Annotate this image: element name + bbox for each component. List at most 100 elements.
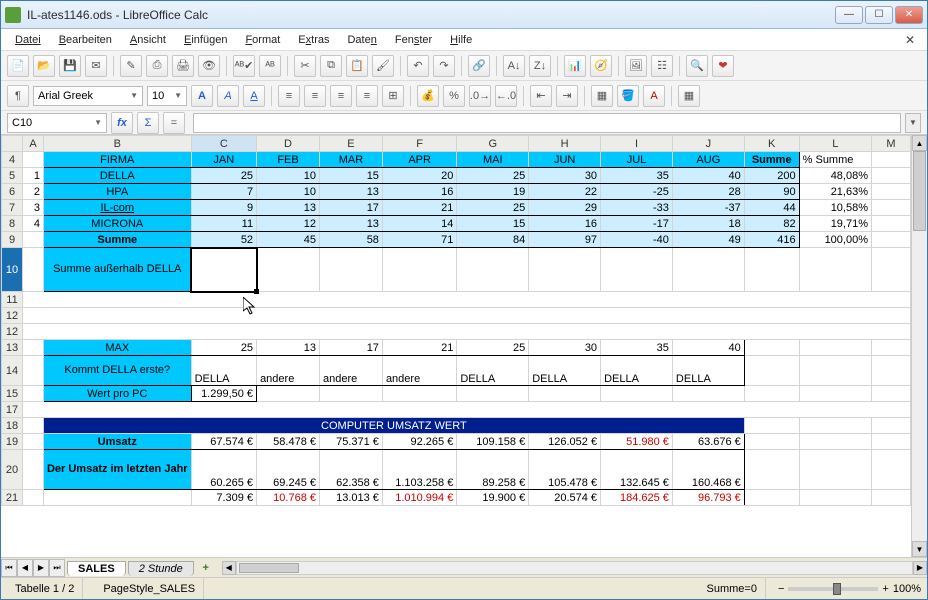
cell-B10[interactable]: Summe außerhalb DELLA: [44, 248, 191, 291]
cell-H6[interactable]: 22: [529, 184, 600, 199]
cell-C4[interactable]: JAN: [192, 152, 256, 167]
menu-einfuegen[interactable]: Einfügen: [176, 32, 235, 48]
email-button[interactable]: ✉: [85, 55, 107, 77]
cell-I14[interactable]: 35: [601, 340, 672, 355]
row-header-8[interactable]: 8: [2, 216, 23, 232]
cell-G22[interactable]: 19.900 €: [457, 490, 528, 505]
cell-D7[interactable]: 13: [257, 200, 319, 215]
cell-H20[interactable]: 126.052 €: [529, 434, 600, 449]
link-button[interactable]: 🔗: [468, 55, 490, 77]
cell-E20[interactable]: 75.371 €: [320, 434, 382, 449]
row-header-21[interactable]: 20: [2, 450, 23, 490]
cell-D21[interactable]: 69.245 €: [257, 450, 319, 489]
cell-I7[interactable]: -33: [601, 200, 672, 215]
formula-input[interactable]: [193, 113, 901, 133]
cell-A5[interactable]: 1: [23, 168, 43, 183]
menu-fenster[interactable]: Fenster: [387, 32, 440, 48]
spreadsheet-grid[interactable]: A B C D E F G H I J K L M 4 FIRMA JAN FE…: [1, 135, 911, 506]
currency-button[interactable]: 💰: [417, 85, 439, 107]
tab-next-button[interactable]: ▶: [33, 559, 49, 577]
cell-K6[interactable]: 90: [745, 184, 799, 199]
vertical-scrollbar[interactable]: ▲ ▼: [911, 135, 927, 557]
cell-J21[interactable]: 160.468 €: [673, 450, 744, 489]
cell-I21[interactable]: 132.645 €: [601, 450, 672, 489]
cell-A7[interactable]: 3: [23, 200, 43, 215]
menu-bearbeiten[interactable]: Bearbeiten: [51, 32, 120, 48]
col-header-F[interactable]: F: [382, 136, 456, 152]
save-button[interactable]: 💾: [59, 55, 81, 77]
cell-F5[interactable]: 20: [383, 168, 456, 183]
cell-D6[interactable]: 10: [257, 184, 319, 199]
cell-F22[interactable]: 1.010.994 €: [383, 490, 456, 505]
cell-K4[interactable]: Summe: [745, 152, 799, 167]
navigator-button[interactable]: 🧭: [590, 55, 612, 77]
menu-extras[interactable]: Extras: [290, 32, 337, 48]
close-document-button[interactable]: ✕: [899, 33, 921, 47]
row-header-19[interactable]: 18: [2, 418, 23, 434]
col-header-I[interactable]: I: [601, 136, 673, 152]
cell-I8[interactable]: -17: [601, 216, 672, 231]
cell-H7[interactable]: 29: [529, 200, 600, 215]
zoom-out-button[interactable]: −: [778, 583, 784, 595]
cell-D15[interactable]: andere: [257, 356, 319, 385]
cell-F20[interactable]: 92.265 €: [383, 434, 456, 449]
styles-button[interactable]: ¶: [7, 85, 29, 107]
align-center-button[interactable]: ≡: [304, 85, 326, 107]
cell-E14[interactable]: 17: [320, 340, 382, 355]
menu-ansicht[interactable]: Ansicht: [122, 32, 174, 48]
cell-B15[interactable]: Kommt DELLA erste?: [44, 356, 191, 385]
cell-C21[interactable]: 60.265 €: [192, 450, 256, 489]
align-justify-button[interactable]: ≡: [356, 85, 378, 107]
bgcolor-button[interactable]: 🪣: [617, 85, 639, 107]
cell-H22[interactable]: 20.574 €: [529, 490, 600, 505]
gallery-button[interactable]: 🖼: [625, 55, 647, 77]
cell-J15[interactable]: DELLA: [673, 356, 744, 385]
cell-H15[interactable]: DELLA: [529, 356, 600, 385]
row-header-20[interactable]: 19: [2, 434, 23, 450]
menu-format[interactable]: Format: [237, 32, 288, 48]
cell-K9[interactable]: 416: [745, 232, 799, 247]
cell-F14[interactable]: 21: [383, 340, 456, 355]
cell-C5[interactable]: 25: [192, 168, 256, 183]
zoom-in-button[interactable]: +: [882, 583, 888, 595]
cell-B19[interactable]: COMPUTER UMSATZ WERT: [44, 418, 744, 433]
pdf-button[interactable]: ⎙: [146, 55, 168, 77]
scroll-up-button[interactable]: ▲: [912, 135, 927, 151]
zoom-slider[interactable]: [788, 587, 878, 591]
row-header-13[interactable]: 12: [2, 324, 23, 340]
undo-button[interactable]: ↶: [407, 55, 429, 77]
cell-J4[interactable]: AUG: [673, 152, 744, 167]
cell-C22[interactable]: 7.309 €: [192, 490, 256, 505]
row-header-18[interactable]: 17: [2, 402, 23, 418]
cell-E21[interactable]: 62.358 €: [320, 450, 382, 489]
cell-D5[interactable]: 10: [257, 168, 319, 183]
cell-K5[interactable]: 200: [745, 168, 799, 183]
row-header-9[interactable]: 9: [2, 232, 23, 248]
dec-add-button[interactable]: .0→: [469, 85, 491, 107]
col-header-E[interactable]: E: [320, 136, 383, 152]
cell-C20[interactable]: 67.574 €: [192, 434, 256, 449]
cell-A8[interactable]: 4: [23, 216, 43, 231]
sheet-tab-2stunde[interactable]: 2 Stunde: [128, 561, 194, 576]
cell-C14[interactable]: 25: [192, 340, 256, 355]
indent-dec-button[interactable]: ⇤: [530, 85, 552, 107]
cell-J20[interactable]: 63.676 €: [673, 434, 744, 449]
redo-button[interactable]: ↷: [433, 55, 455, 77]
cell-D9[interactable]: 45: [257, 232, 319, 247]
col-header-J[interactable]: J: [672, 136, 744, 152]
col-header-K[interactable]: K: [744, 136, 799, 152]
col-header-D[interactable]: D: [257, 136, 320, 152]
cell-D22[interactable]: 10.768 €: [257, 490, 319, 505]
cell-D20[interactable]: 58.478 €: [257, 434, 319, 449]
cell-G5[interactable]: 25: [457, 168, 528, 183]
tab-prev-button[interactable]: ◀: [17, 559, 33, 577]
sum-button[interactable]: Σ: [137, 112, 159, 134]
cell-G14[interactable]: 25: [457, 340, 528, 355]
cell-L8[interactable]: 19,71%: [800, 216, 871, 231]
cell-L9[interactable]: 100,00%: [800, 232, 871, 247]
italic-button[interactable]: A: [217, 85, 239, 107]
cell-H5[interactable]: 30: [529, 168, 600, 183]
row-header-4[interactable]: 4: [2, 152, 23, 168]
cell-B17[interactable]: Wert pro PC: [44, 386, 191, 401]
select-all-corner[interactable]: [2, 136, 23, 152]
